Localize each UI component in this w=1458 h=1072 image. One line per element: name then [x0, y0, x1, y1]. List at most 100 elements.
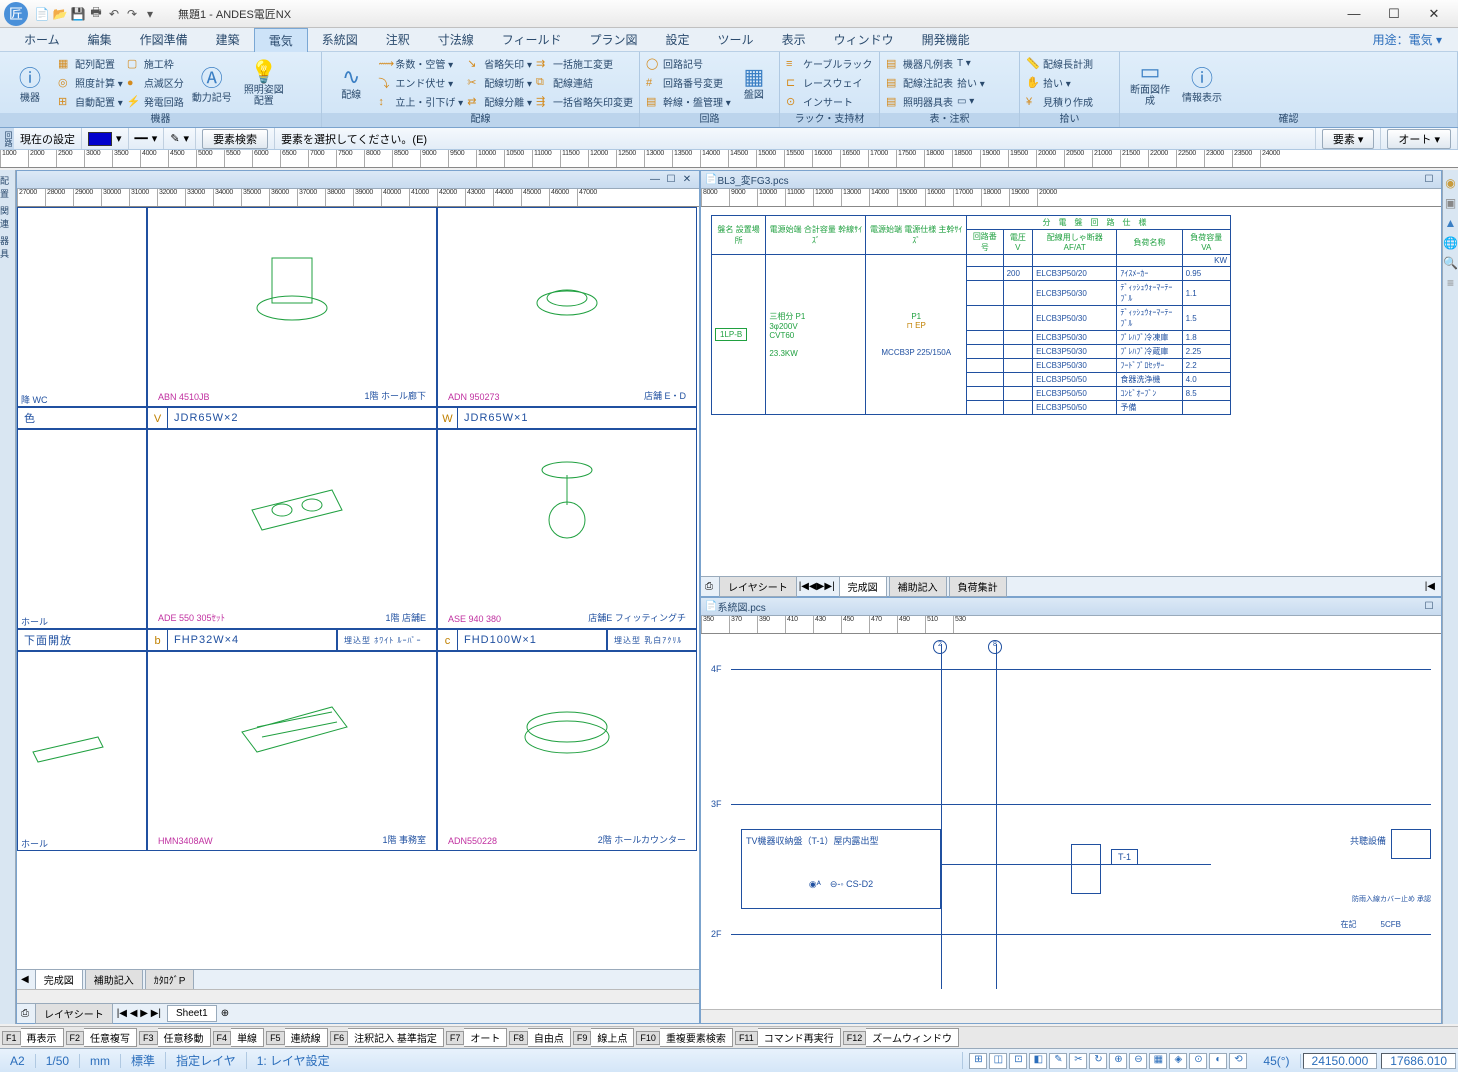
pickup2[interactable]: ✋拾い ▾ — [1026, 74, 1093, 92]
wire-sep[interactable]: ⇄配線分離 ▾ — [467, 93, 532, 111]
qat-open-icon[interactable]: 📂 — [52, 6, 68, 22]
layer-icon[interactable]: ≡ — [1447, 276, 1454, 290]
device-legend[interactable]: ▤機器凡例表 — [886, 55, 953, 73]
fixture-canvas[interactable]: ABN 4510JB 1階 ホール廊下 ADN 950273 店舗 E・D 降 … — [17, 207, 699, 969]
up-down[interactable]: ↕立上・引下げ ▾ — [378, 93, 463, 111]
wire-cut[interactable]: ✂配線切断 ▾ — [467, 74, 532, 92]
status-scale[interactable]: 1/50 — [36, 1054, 80, 1068]
qat-dropdown-icon[interactable]: ▾ — [142, 6, 158, 22]
maximize-button[interactable]: ☐ — [1374, 3, 1414, 25]
fk-dup[interactable]: 重複要素検索 — [660, 1028, 733, 1047]
status-layersetting[interactable]: 1: レイヤ設定 — [247, 1052, 964, 1069]
pane-max-icon[interactable]: ☐ — [663, 174, 679, 185]
fk-free[interactable]: 自由点 — [528, 1028, 571, 1047]
qat-new-icon[interactable]: 📄 — [34, 6, 50, 22]
fk-copy[interactable]: 任意複写 — [84, 1028, 137, 1047]
globe-icon[interactable]: 🌐 — [1443, 236, 1458, 250]
fk-auto[interactable]: オート — [464, 1028, 507, 1047]
panel-canvas[interactable]: 盤名 設置場所電源始端 合計容量 幹線ｻｲｽﾞ電源始端 電源仕様 主幹ｻｲｽﾞ … — [701, 207, 1441, 576]
panel-diagram[interactable]: ▦盤図 — [735, 55, 773, 111]
box-btn[interactable]: ▭ ▾ — [957, 93, 985, 111]
qat-save-icon[interactable]: 💾 — [70, 6, 86, 22]
menu-field[interactable]: フィールド — [488, 28, 576, 51]
element-search-button[interactable]: 要素検索 — [202, 129, 268, 149]
element-dropdown[interactable]: 要素 ▾ — [1322, 129, 1375, 149]
menu-tool[interactable]: ツール — [704, 28, 768, 51]
end-down[interactable]: ⤵エンド伏せ ▾ — [378, 74, 463, 92]
tool-icon-12[interactable]: ⊙ — [1189, 1053, 1207, 1069]
array-place[interactable]: ▦配列配置 — [58, 55, 123, 73]
menu-plan[interactable]: プラン図 — [576, 28, 652, 51]
nav-up-icon[interactable]: ▲ — [1445, 216, 1457, 230]
trunk-panel[interactable]: ▤幹線・盤管理 ▾ — [646, 93, 731, 111]
status-std[interactable]: 標準 — [121, 1052, 166, 1069]
tool-icon-14[interactable]: ⟲ — [1229, 1053, 1247, 1069]
fk-annot[interactable]: 注釈記入 基準指定 — [348, 1028, 444, 1047]
tool-icon-11[interactable]: ◈ — [1169, 1053, 1187, 1069]
text-btn[interactable]: T ▾ — [957, 55, 985, 73]
menu-electric[interactable]: 電気 — [254, 28, 308, 52]
illum-calc[interactable]: ◎照度計算 ▾ — [58, 74, 123, 92]
swatch-dropdown-icon[interactable]: ▾ — [116, 132, 122, 145]
tab-sheet1[interactable]: Sheet1 — [167, 1005, 217, 1022]
tool-icon-1[interactable]: ⊞ — [969, 1053, 987, 1069]
use-dropdown[interactable]: 用途：電気 ▾ — [1373, 31, 1448, 48]
pen-icon[interactable]: ✎ — [170, 132, 179, 145]
fk-move[interactable]: 任意移動 — [158, 1028, 211, 1047]
light-table[interactable]: ▤照明器具表 — [886, 93, 953, 111]
fk-polyline[interactable]: 連続線 — [285, 1028, 328, 1047]
auto-place[interactable]: ⊞自動配置 ▾ — [58, 93, 123, 111]
status-unit[interactable]: mm — [80, 1054, 121, 1068]
pane-min-icon[interactable]: — — [647, 174, 663, 185]
menu-arch[interactable]: 建築 — [202, 28, 254, 51]
tool-icon-13[interactable]: ◐ — [1209, 1053, 1227, 1069]
menu-dim[interactable]: 寸法線 — [424, 28, 488, 51]
section-create[interactable]: ▭断面図作成 — [1126, 55, 1174, 111]
wire-length[interactable]: 📏配線長計測 — [1026, 55, 1093, 73]
fk-zoom[interactable]: ズームウィンドウ — [866, 1028, 959, 1047]
tool-icon-10[interactable]: ▦ — [1149, 1053, 1167, 1069]
insert[interactable]: ⊙インサート — [786, 93, 872, 111]
pickup-btn[interactable]: 拾い ▾ — [957, 74, 985, 92]
pane-close-icon[interactable]: ✕ — [679, 174, 695, 185]
tool-icon-5[interactable]: ✎ — [1049, 1053, 1067, 1069]
menu-window[interactable]: ウィンドウ — [820, 28, 908, 51]
raceway[interactable]: ⊏レースウェイ — [786, 74, 872, 92]
blink-div[interactable]: ●点滅区分 — [127, 74, 184, 92]
info-display[interactable]: ⓘ情報表示 — [1178, 55, 1226, 111]
tab2-layersheet[interactable]: レイヤシート — [719, 576, 797, 597]
device-button[interactable]: ⓘ機器 — [6, 55, 54, 111]
compass-icon[interactable]: ◉ — [1445, 176, 1455, 190]
tool-icon-7[interactable]: ↻ — [1089, 1053, 1107, 1069]
minimize-button[interactable]: — — [1334, 3, 1374, 25]
tab-catalog[interactable]: ｶﾀﾛｸﾞP — [145, 969, 195, 990]
auto-dropdown[interactable]: オート ▾ — [1387, 129, 1451, 149]
qat-redo-icon[interactable]: ↷ — [124, 6, 140, 22]
menu-system[interactable]: 系統図 — [308, 28, 372, 51]
zoom-icon[interactable]: 🔍 — [1443, 256, 1458, 270]
batch-abbrev[interactable]: ⇶一括省略矢印変更 — [536, 93, 633, 111]
fk-redraw[interactable]: 再表示 — [21, 1028, 64, 1047]
fk-online[interactable]: 線上点 — [591, 1028, 634, 1047]
tool-icon-3[interactable]: ⊡ — [1009, 1053, 1027, 1069]
hscroll[interactable] — [17, 989, 699, 1003]
tool-icon-4[interactable]: ◧ — [1029, 1053, 1047, 1069]
menu-dev[interactable]: 開発機能 — [908, 28, 984, 51]
pane3-max-icon[interactable]: ☐ — [1421, 601, 1437, 612]
fk-line[interactable]: 単線 — [231, 1028, 264, 1047]
wire-note[interactable]: ▤配線注記表 — [886, 74, 953, 92]
wire-count[interactable]: ⟿条数・空管 ▾ — [378, 55, 463, 73]
pane2-max-icon[interactable]: ☐ — [1421, 174, 1437, 185]
sidebar-tab-1[interactable]: 配置 — [0, 174, 15, 200]
menu-settings[interactable]: 設定 — [652, 28, 704, 51]
wiring-button[interactable]: ∿配線 — [328, 55, 374, 111]
sidebar-tab-2[interactable]: 関連 — [0, 204, 15, 230]
menu-draw-prep[interactable]: 作図準備 — [126, 28, 202, 51]
light-shape[interactable]: 💡照明姿図配置 — [240, 55, 288, 111]
menu-edit[interactable]: 編集 — [74, 28, 126, 51]
const-frame[interactable]: ▢施工枠 — [127, 55, 184, 73]
gen-circuit[interactable]: ⚡発電回路 — [127, 93, 184, 111]
system-canvas[interactable]: 4F 3F 2F 2 8 TV機器収納盤（T-1）屋内露出型 ◉ᴬ ⊖-◦ CS… — [701, 634, 1441, 1009]
status-layer[interactable]: 指定レイヤ — [166, 1052, 247, 1069]
wire-link[interactable]: ⧉配線連結 — [536, 74, 633, 92]
